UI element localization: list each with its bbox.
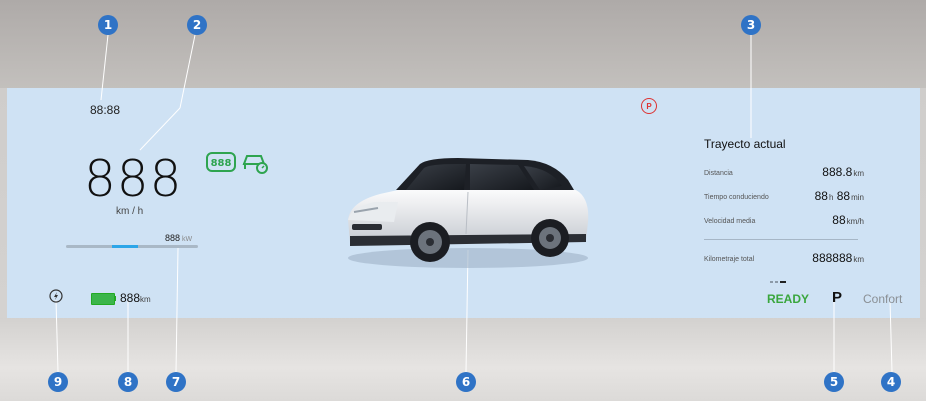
drive-mode: Confort — [863, 292, 903, 306]
ready-status: READY — [767, 292, 810, 306]
callout-1: 1 — [98, 15, 118, 35]
power-bar — [66, 245, 198, 248]
trip-label-total-mileage: Kilometraje total — [704, 256, 755, 263]
trip-row-average-speed: Velocidad media 88km/h — [704, 211, 864, 227]
power-bar-fill — [112, 245, 138, 248]
clock: 88:88 — [90, 103, 121, 117]
trip-row-total-mileage: Kilometraje total 888888km — [704, 249, 864, 265]
page-dot-active[interactable] — [780, 281, 786, 283]
trip-value-average-speed: 88km/h — [832, 213, 864, 227]
power-value: 888 — [165, 233, 181, 243]
page-dot[interactable] — [770, 281, 773, 283]
battery-terminal — [114, 296, 116, 301]
speed-unit: km / h — [116, 206, 144, 217]
trip-label-average-speed: Velocidad media — [704, 218, 756, 225]
power-unit: kW — [182, 236, 193, 243]
trip-label-distance: Distancia — [704, 170, 733, 177]
trip-divider — [704, 239, 858, 240]
range-unit: km — [140, 295, 151, 304]
range-value: 888 — [120, 291, 141, 305]
callout-2: 2 — [187, 15, 207, 35]
trip-value-driving-time: 88h 88min — [814, 189, 864, 203]
indicator-888-text: 888 — [211, 158, 232, 169]
speed-readout: 888 — [84, 150, 183, 208]
callout-6: 6 — [456, 372, 476, 392]
trip-value-total-mileage: 888888km — [812, 251, 864, 265]
callout-5: 5 — [824, 372, 844, 392]
range-readout: 888km — [120, 291, 151, 305]
eco-power-icon — [49, 289, 63, 303]
callout-3: 3 — [741, 15, 761, 35]
page-dot[interactable] — [775, 281, 778, 283]
power-readout: 888 kW — [165, 233, 192, 243]
driver-assist-car-icon — [241, 150, 271, 179]
vehicle-image — [348, 158, 589, 268]
parking-brake-icon: P — [641, 98, 657, 114]
trip-title: Trayecto actual — [704, 137, 786, 151]
page-indicator[interactable] — [770, 270, 788, 288]
battery-icon — [91, 293, 115, 305]
trip-row-driving-time: Tiempo conduciendo 88h 88min — [704, 187, 864, 203]
trip-row-distance: Distancia 888.8km — [704, 163, 864, 179]
callout-7: 7 — [166, 372, 186, 392]
callout-9: 9 — [48, 372, 68, 392]
gear-indicator: P — [832, 289, 843, 306]
trip-label-driving-time: Tiempo conduciendo — [704, 194, 769, 201]
trip-value-distance: 888.8km — [822, 165, 864, 179]
callout-8: 8 — [118, 372, 138, 392]
callout-4: 4 — [881, 372, 901, 392]
top-background — [0, 0, 926, 88]
speed-limit-indicator-icon: 888 — [206, 152, 236, 177]
